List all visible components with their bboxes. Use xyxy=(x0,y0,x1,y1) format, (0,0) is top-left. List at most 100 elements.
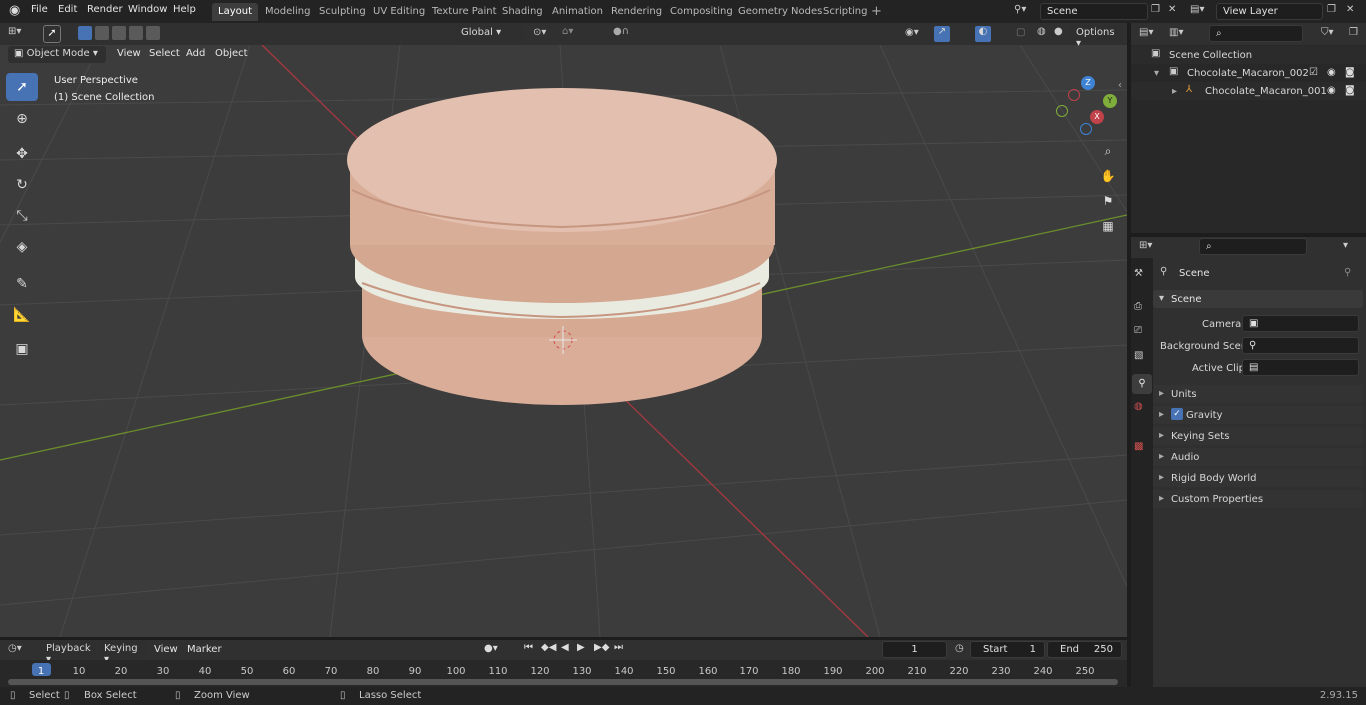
outliner-search-input[interactable]: ⌕ xyxy=(1209,25,1303,42)
camera-render-icon[interactable]: ◙ xyxy=(1345,85,1355,96)
solid-shading-icon[interactable]: ● xyxy=(1054,26,1063,37)
view-layer-selector-icon[interactable]: ▤▾ xyxy=(1190,4,1204,15)
render-tab-icon[interactable]: ⎙ xyxy=(1134,301,1142,312)
scale-tool-icon[interactable]: ⤡ xyxy=(6,202,38,230)
move-tool-icon[interactable]: ✥ xyxy=(6,140,38,168)
blender-logo-icon[interactable]: ◉ xyxy=(9,3,20,18)
expand-arrow-icon[interactable]: ▾ xyxy=(1154,68,1159,79)
prev-keyframe-icon[interactable]: ◆◀ xyxy=(541,642,556,653)
scene-section-header[interactable]: ▾ Scene xyxy=(1153,290,1363,308)
visibility-icon[interactable]: ◉▾ xyxy=(905,27,919,38)
current-frame-field[interactable]: 1 xyxy=(882,641,947,658)
background-scene-field[interactable]: ⚲ xyxy=(1242,337,1359,354)
camera-view-icon[interactable]: ⚑ xyxy=(1097,190,1119,212)
proportional-edit-icon[interactable]: ●∩ xyxy=(613,26,629,37)
new-view-layer-icon[interactable]: ❐ xyxy=(1327,4,1336,15)
scene-name-field[interactable]: Scene xyxy=(1040,3,1148,20)
gizmo-neg-x-axis[interactable] xyxy=(1068,89,1080,101)
tab-animation[interactable]: Animation xyxy=(546,3,609,21)
sidebar-toggle-icon[interactable]: ‹ xyxy=(1118,80,1122,91)
select-mode-invert-icon[interactable] xyxy=(129,26,143,40)
tool-tab-icon[interactable]: ⚒ xyxy=(1134,268,1143,279)
gizmo-neg-z-axis[interactable] xyxy=(1080,123,1092,135)
tab-rendering[interactable]: Rendering xyxy=(605,3,668,21)
view-layer-field[interactable]: View Layer xyxy=(1216,3,1323,20)
active-clip-field[interactable]: ▤ xyxy=(1242,359,1359,376)
menu-window[interactable]: Window xyxy=(128,4,167,15)
xray-icon[interactable]: ▢ xyxy=(1016,27,1025,38)
panel-keying-sets[interactable]: ▸ Keying Sets xyxy=(1153,427,1363,445)
timeline-menu-view[interactable]: View xyxy=(154,644,178,655)
delete-scene-icon[interactable]: ✕ xyxy=(1168,4,1176,15)
menu-file[interactable]: File xyxy=(31,4,48,15)
options-dropdown[interactable]: Options ▾ xyxy=(1070,25,1123,49)
scene-tab-icon[interactable]: ⚲ xyxy=(1132,374,1152,394)
menu-render[interactable]: Render xyxy=(87,4,123,15)
eye-visibility-icon[interactable]: ◉ xyxy=(1327,85,1336,96)
next-keyframe-icon[interactable]: ▶◆ xyxy=(594,642,609,653)
keying-menu[interactable]: Keying ▾ xyxy=(98,641,146,665)
select-mode-new-icon[interactable] xyxy=(78,26,92,40)
rotate-tool-icon[interactable]: ↻ xyxy=(6,171,38,199)
camera-field[interactable]: ▣ xyxy=(1242,315,1359,332)
panel-custom-properties[interactable]: ▸ Custom Properties xyxy=(1153,490,1363,508)
jump-end-icon[interactable]: ⏭ xyxy=(614,642,623,653)
wireframe-shading-icon[interactable]: ◍ xyxy=(1037,26,1046,37)
camera-render-icon[interactable]: ◙ xyxy=(1345,67,1355,78)
texture-tab-icon[interactable]: ▩ xyxy=(1134,441,1143,452)
gizmo-z-axis[interactable]: Z xyxy=(1081,76,1095,90)
add-workspace-icon[interactable]: + xyxy=(871,4,882,19)
navigation-gizmo[interactable]: Z Y X xyxy=(1050,73,1120,138)
select-cursor-icon[interactable]: ➚ xyxy=(43,25,61,43)
pin-icon[interactable]: ⚲ xyxy=(1344,267,1351,278)
filter-icon[interactable]: ⛉▾ xyxy=(1321,27,1334,38)
measure-tool-icon[interactable]: 📐 xyxy=(6,301,38,329)
editor-type-icon[interactable]: ⊞▾ xyxy=(8,26,21,37)
eye-visibility-icon[interactable]: ◉ xyxy=(1327,67,1336,78)
timeline-editor-type-icon[interactable]: ◷▾ xyxy=(8,643,22,654)
tab-scripting[interactable]: Scripting xyxy=(817,3,873,21)
select-box-tool-icon[interactable]: ➚ xyxy=(6,73,38,101)
end-frame-field[interactable]: End 250 xyxy=(1047,641,1122,658)
zoom-icon[interactable]: ⌕ xyxy=(1097,140,1119,162)
tab-compositing[interactable]: Compositing xyxy=(664,3,739,21)
gizmo-neg-y-axis[interactable] xyxy=(1056,105,1068,117)
gravity-checkbox[interactable]: ✓ xyxy=(1171,408,1183,420)
gizmo-y-axis[interactable]: Y xyxy=(1103,94,1117,108)
transform-tool-icon[interactable]: ◈ xyxy=(6,233,38,261)
viewport-menu-select[interactable]: Select xyxy=(149,48,180,59)
output-tab-icon[interactable]: ⎚ xyxy=(1134,325,1142,336)
outliner-row[interactable]: ▾ ▣ Chocolate_Macaron_002 ☑ ◉ ◙ xyxy=(1131,64,1366,82)
tab-uv-editing[interactable]: UV Editing xyxy=(367,3,431,21)
3d-viewport[interactable]: User Perspective (1) Scene Collection Z … xyxy=(0,45,1127,637)
expand-arrow-icon[interactable]: ▸ xyxy=(1172,86,1177,97)
properties-options-icon[interactable]: ▾ xyxy=(1343,240,1348,251)
overlay-toggle-icon[interactable]: ◐ xyxy=(975,26,991,42)
select-mode-intersect-icon[interactable] xyxy=(146,26,160,40)
tab-geometry-nodes[interactable]: Geometry Nodes xyxy=(732,3,828,21)
jump-start-icon[interactable]: ⏮ xyxy=(524,642,533,653)
tab-sculpting[interactable]: Sculpting xyxy=(313,3,372,21)
new-collection-icon[interactable]: ❐ xyxy=(1349,27,1358,38)
panel-rigid-body-world[interactable]: ▸ Rigid Body World xyxy=(1153,469,1363,487)
panel-audio[interactable]: ▸ Audio xyxy=(1153,448,1363,466)
playback-menu[interactable]: Playback ▾ xyxy=(40,641,96,665)
stopwatch-icon[interactable]: ◷ xyxy=(955,643,964,654)
timeline-scrollbar[interactable] xyxy=(8,679,1118,685)
viewport-menu-view[interactable]: View xyxy=(117,48,141,59)
menu-edit[interactable]: Edit xyxy=(58,4,77,15)
world-tab-icon[interactable]: ◍ xyxy=(1134,401,1143,412)
menu-help[interactable]: Help xyxy=(173,4,196,15)
gizmo-toggle-icon[interactable]: ↗ xyxy=(934,26,950,42)
timeline-ruler[interactable]: 1 10 20 30 40 50 60 70 80 90 100 110 120… xyxy=(0,660,1127,687)
ortho-grid-icon[interactable]: ▦ xyxy=(1097,215,1119,237)
new-scene-icon[interactable]: ❐ xyxy=(1151,4,1160,15)
properties-editor-type-icon[interactable]: ⊞▾ xyxy=(1139,240,1152,251)
tab-shading[interactable]: Shading xyxy=(496,3,549,21)
play-icon[interactable]: ▶ xyxy=(577,642,585,653)
tab-modeling[interactable]: Modeling xyxy=(259,3,317,21)
play-reverse-icon[interactable]: ◀ xyxy=(561,642,569,653)
tab-texture-paint[interactable]: Texture Paint xyxy=(426,3,503,21)
start-frame-field[interactable]: Start 1 xyxy=(970,641,1045,658)
pan-hand-icon[interactable]: ✋ xyxy=(1097,165,1119,187)
